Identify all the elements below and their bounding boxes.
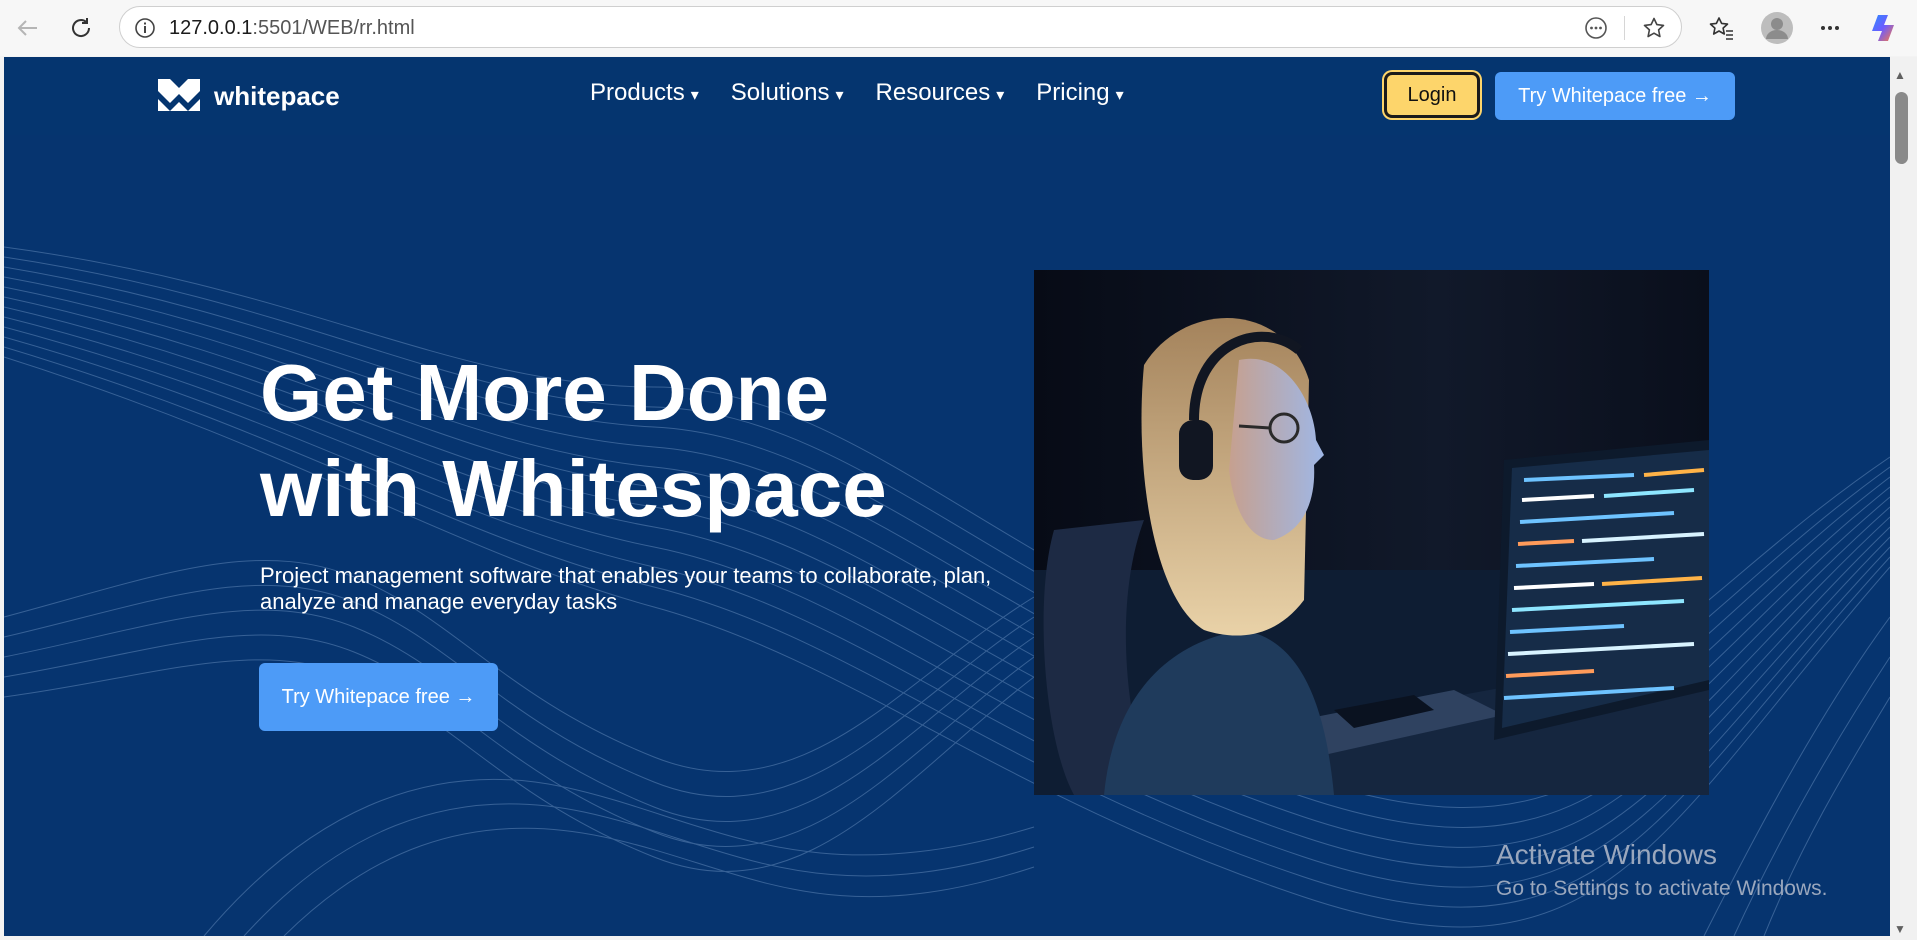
nav-pricing[interactable]: Pricing ▾ <box>1036 79 1123 107</box>
url-path: :5501/WEB/rr.html <box>252 17 415 39</box>
refresh-icon <box>72 18 91 37</box>
address-bar[interactable]: 127.0.0.1:5501/WEB/rr.html <box>119 6 1682 48</box>
more-tools-icon[interactable] <box>1584 16 1608 40</box>
windows-activation-watermark: Activate Windows Go to Settings to activ… <box>1496 839 1828 901</box>
brand-logo[interactable]: whitepace <box>156 77 340 115</box>
address-divider <box>1624 16 1625 40</box>
hero-title-line-2: with Whitespace <box>260 444 887 533</box>
scroll-down-arrow-icon[interactable]: ▼ <box>1894 922 1906 936</box>
site-info-icon[interactable] <box>134 17 156 39</box>
nav-pricing-label: Pricing <box>1036 79 1110 106</box>
scroll-up-arrow-icon[interactable]: ▲ <box>1894 68 1906 82</box>
scrollbar-thumb[interactable] <box>1895 92 1908 164</box>
try-free-hero-button[interactable]: Try Whitepace free → <box>259 663 498 731</box>
logo-text: whitepace <box>214 80 340 111</box>
try-free-header-button[interactable]: Try Whitepace free → <box>1495 72 1735 120</box>
chevron-down-icon: ▾ <box>1115 87 1124 104</box>
nav-solutions[interactable]: Solutions ▾ <box>731 79 844 107</box>
browser-toolbar: 127.0.0.1:5501/WEB/rr.html <box>0 0 1917 56</box>
url-text[interactable]: 127.0.0.1:5501/WEB/rr.html <box>169 17 415 40</box>
nav-resources[interactable]: Resources ▾ <box>876 79 1005 107</box>
back-arrow-icon <box>17 20 37 36</box>
whitepace-logo-icon <box>158 79 200 111</box>
hero-title-line-1: Get More Done <box>260 348 829 437</box>
settings-more-icon[interactable] <box>1816 14 1844 42</box>
back-button[interactable] <box>12 12 44 44</box>
page-viewport: whitepace Products ▾ Solutions ▾ Resourc… <box>4 57 1890 936</box>
login-button[interactable]: Login <box>1384 72 1480 118</box>
activate-windows-hint: Go to Settings to activate Windows. <box>1496 877 1828 900</box>
activate-windows-title: Activate Windows <box>1496 839 1717 870</box>
favorite-star-icon[interactable] <box>1642 16 1666 40</box>
hero-subtitle: Project management software that enables… <box>260 563 992 614</box>
profile-avatar-icon[interactable] <box>1760 11 1794 45</box>
chevron-down-icon: ▾ <box>835 87 844 104</box>
page-scrollbar[interactable] <box>1890 57 1917 940</box>
chevron-down-icon: ▾ <box>690 87 699 104</box>
hero-title: Get More Done with Whitespace <box>260 345 980 537</box>
chevron-down-icon: ▾ <box>996 87 1005 104</box>
refresh-button[interactable] <box>65 12 97 44</box>
nav-solutions-label: Solutions <box>730 79 830 106</box>
nav-resources-label: Resources <box>875 79 991 106</box>
favorites-icon[interactable] <box>1707 14 1735 42</box>
url-host: 127.0.0.1 <box>169 17 253 39</box>
copilot-icon[interactable] <box>1868 12 1900 44</box>
woman-coding-illustration <box>1034 270 1709 795</box>
nav-products-label: Products <box>590 79 685 106</box>
nav-products[interactable]: Products ▾ <box>590 79 699 107</box>
hero-image <box>1034 270 1709 795</box>
main-nav: Products ▾ Solutions ▾ Resources ▾ Prici… <box>590 79 1124 107</box>
